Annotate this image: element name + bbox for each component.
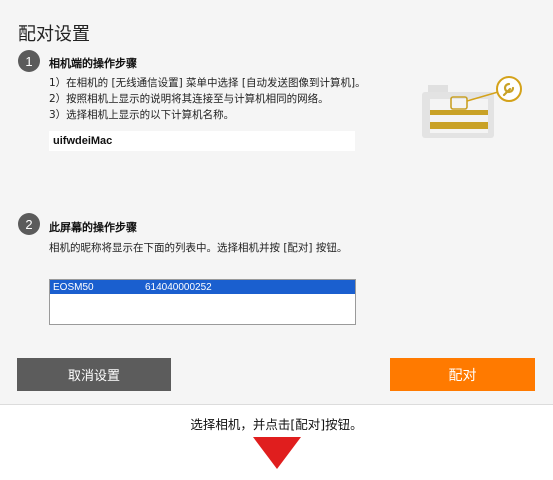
step1-heading: 相机端的操作步骤: [49, 57, 137, 70]
step1-instructions: 1）在相机的 [无线通信设置] 菜单中选择 [自动发送图像到计算机]。 2）按照…: [49, 75, 366, 123]
pair-button[interactable]: 配对: [390, 358, 535, 391]
step1-line-3: 3）选择相机上显示的以下计算机名称。: [49, 109, 235, 121]
instruction-caption: 选择相机，并点击[配对]按钮。: [190, 417, 363, 432]
pairing-dialog: 配对设置 1 相机端的操作步骤 1）在相机的 [无线通信设置] 菜单中选择 [自…: [0, 0, 553, 405]
computer-name-field: uifwdeiMac: [49, 131, 355, 151]
cancel-setup-button[interactable]: 取消设置: [17, 358, 171, 391]
camera-model: EOSM50: [53, 281, 94, 293]
step1-number-badge: 1: [18, 50, 40, 72]
camera-settings-icon: [422, 76, 522, 138]
camera-list-item[interactable]: EOSM50 614040000252: [50, 280, 355, 294]
step1-line-2: 2）按照相机上显示的说明将其连接至与计算机相同的网络。: [49, 93, 329, 105]
step1-line-1: 1）在相机的 [无线通信设置] 菜单中选择 [自动发送图像到计算机]。: [49, 77, 366, 89]
camera-serial: 614040000252: [145, 281, 212, 293]
step2-number-badge: 2: [18, 213, 40, 235]
step2-instructions: 相机的昵称将显示在下面的列表中。选择相机并按 [配对] 按钮。: [49, 242, 348, 254]
camera-list[interactable]: EOSM50 614040000252: [49, 279, 356, 325]
down-arrow-icon: [253, 437, 301, 469]
dialog-title: 配对设置: [18, 24, 90, 45]
step2-heading: 此屏幕的操作步骤: [49, 221, 137, 234]
